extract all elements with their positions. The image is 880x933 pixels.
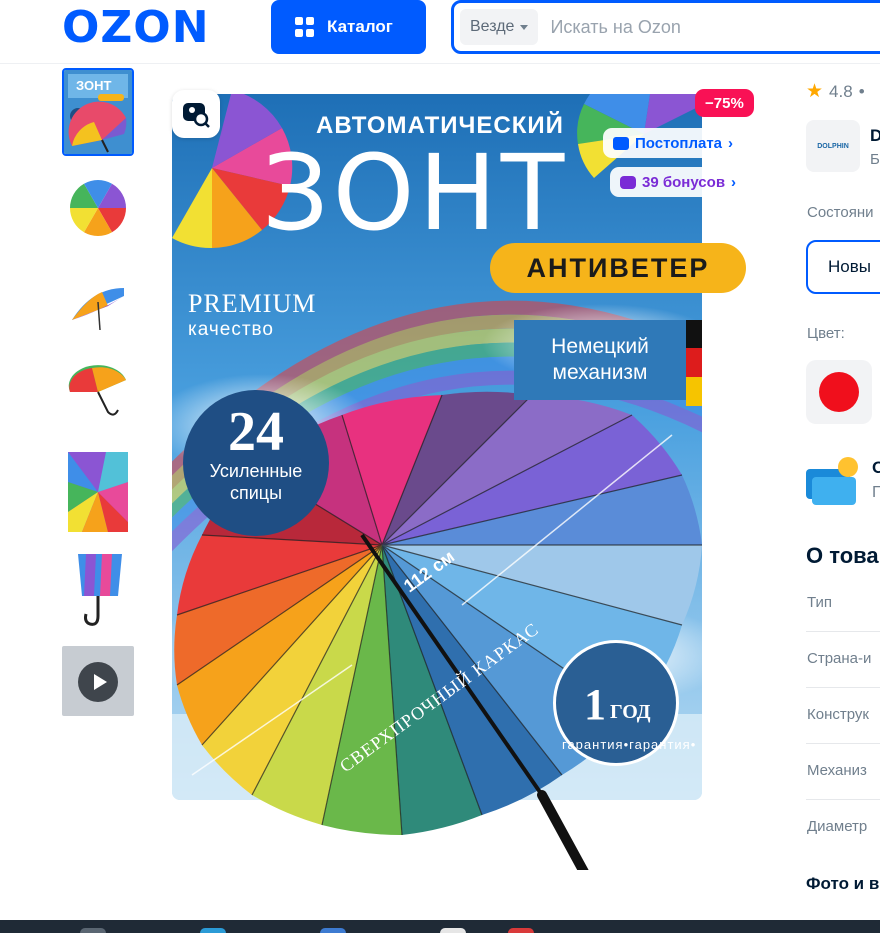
os-taskbar <box>0 920 880 933</box>
chevron-right-icon: › <box>731 173 737 191</box>
poster-spokes-badge: 24 Усиленные спицы <box>183 390 329 536</box>
spec-label: Диаметр <box>807 818 868 835</box>
poster-title-main: ЗОНТ <box>262 132 569 254</box>
product-page: OZON Каталог Везде ЗОНТ <box>0 0 880 933</box>
brand-logo[interactable]: DOLPHIN <box>806 120 860 172</box>
color-label: Цвет: <box>807 325 845 342</box>
svg-text:ЗОНТ: ЗОНТ <box>76 78 111 93</box>
spec-row: Конструк <box>806 688 880 744</box>
poster-warranty-unit: ГОД <box>610 701 651 723</box>
bonus-label: 39 бонусов <box>642 173 726 191</box>
rating-value: 4.8 <box>829 81 853 101</box>
spec-row: Тип <box>806 576 880 632</box>
thumbnail-umbrella-side[interactable] <box>62 258 134 346</box>
catalog-button[interactable]: Каталог <box>271 0 426 54</box>
brand-subtitle: Б <box>870 151 880 168</box>
star-icon: ★ <box>806 81 824 102</box>
thumbnail-umbrella-top[interactable] <box>62 170 134 258</box>
spec-label: Страна-и <box>807 650 872 667</box>
thumbnail-umbrella-open[interactable] <box>62 346 134 434</box>
grid-icon <box>295 17 315 37</box>
red-swatch-dot <box>819 372 859 412</box>
poster-quality: качество <box>188 319 274 340</box>
rating-separator: • <box>858 81 865 101</box>
chevron-down-icon <box>520 24 529 30</box>
poster-mechanism-line1: Немецкий <box>551 335 649 358</box>
postpay-label: Постоплата <box>635 134 723 152</box>
taskbar-app-icon[interactable] <box>200 928 226 933</box>
thumbnail-video[interactable] <box>62 646 134 716</box>
search-bar: Везде <box>451 0 880 54</box>
spec-label: Механиз <box>807 762 867 779</box>
taskbar-app-icon[interactable] <box>320 928 346 933</box>
poster-premium: PREMIUM <box>188 289 317 318</box>
condition-label: Состояни <box>807 204 874 221</box>
image-search-icon <box>183 103 210 128</box>
spec-label: Конструк <box>807 706 869 723</box>
rating[interactable]: ★ 4.8 • <box>806 80 865 103</box>
poster-antiveter-badge: АНТИВЕТЕР <box>490 243 746 293</box>
poster-spokes-line1: Усиленные <box>209 461 303 481</box>
color-swatch-red[interactable] <box>806 360 872 424</box>
poster-spokes-line2: спицы <box>229 483 283 503</box>
discount-badge: −75% <box>695 89 754 117</box>
payment-cards-icon <box>806 457 858 505</box>
bonus-chip[interactable]: 39 бонусов › <box>610 167 747 197</box>
taskbar-app-icon[interactable] <box>440 928 466 933</box>
payment-title: О <box>872 458 880 477</box>
taskbar-app-icon[interactable] <box>80 928 106 933</box>
poster-warranty-badge: 1 ГОД гарантия•гарантия• <box>553 640 695 766</box>
play-icon <box>78 662 118 702</box>
spec-row: Механиз <box>806 744 880 800</box>
thumbnail-umbrella-closeup[interactable] <box>62 452 134 532</box>
spec-label: Тип <box>807 594 833 611</box>
photo-video-heading: Фото и в <box>806 874 880 893</box>
poster-mechanism: Немецкий механизм <box>514 320 686 400</box>
chevron-right-icon: › <box>728 134 734 152</box>
postpay-chip[interactable]: Постоплата › <box>603 128 744 158</box>
poster-spokes-number: 24 <box>228 401 284 463</box>
payment-subtitle: Г <box>872 484 880 501</box>
poster-warranty-years: 1 <box>584 680 606 729</box>
condition-option[interactable]: Новы <box>806 240 880 294</box>
card-icon <box>613 136 629 150</box>
bonus-icon <box>620 175 636 189</box>
search-scope-select[interactable]: Везде <box>460 9 539 45</box>
poster-warranty-ring: гарантия•гарантия• <box>562 737 697 752</box>
brand-name[interactable]: D <box>870 126 880 146</box>
about-product-heading: О това <box>806 543 879 568</box>
site-header: OZON Каталог Везде <box>0 0 880 64</box>
poster-mechanism-line2: механизм <box>552 361 648 384</box>
ozon-logo[interactable]: OZON <box>62 6 210 50</box>
thumbnail-umbrella-folded[interactable] <box>62 546 134 634</box>
search-scope-label: Везде <box>470 18 515 35</box>
catalog-label: Каталог <box>327 17 393 36</box>
visual-search-button[interactable] <box>172 90 220 138</box>
spec-row: Страна-и <box>806 632 880 688</box>
taskbar-app-icon[interactable] <box>508 928 534 933</box>
german-flag-icon <box>686 320 702 406</box>
search-input[interactable] <box>550 16 851 38</box>
spec-row: Диаметр <box>806 800 880 856</box>
thumbnail-poster[interactable]: ЗОНТ <box>62 68 134 156</box>
